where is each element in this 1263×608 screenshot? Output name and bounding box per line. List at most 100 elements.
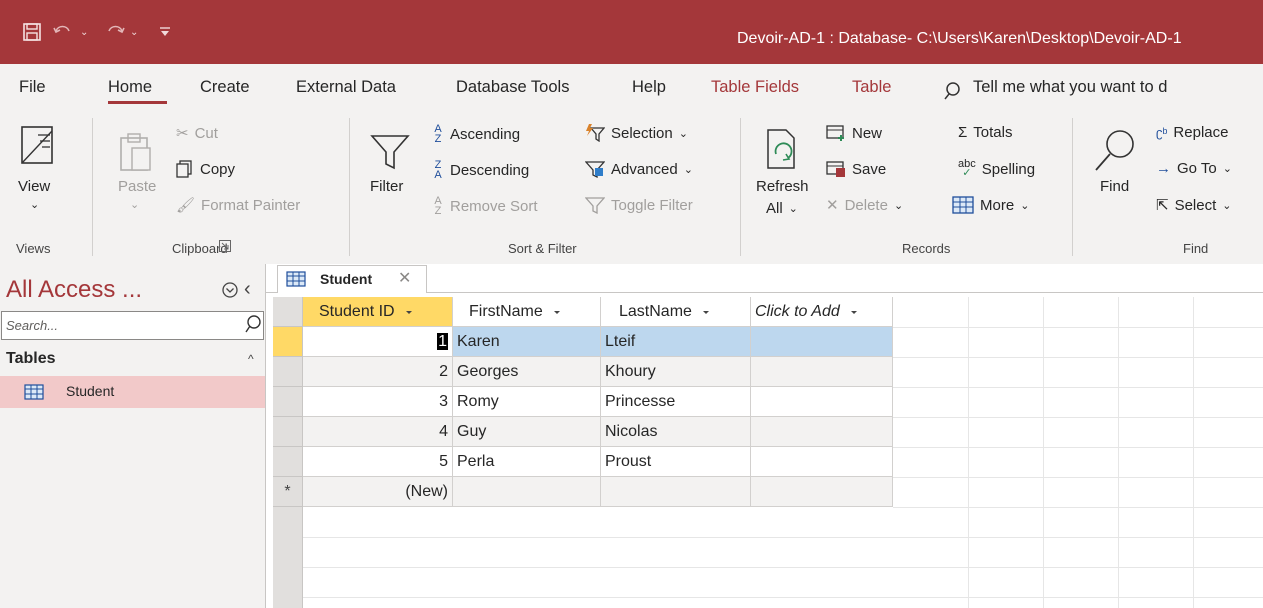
format-painter-button[interactable]: 🖌 Format Painter [176,196,300,215]
cell-empty[interactable] [751,357,893,387]
find-button[interactable]: Find [1090,120,1140,230]
save-icon[interactable] [22,20,42,44]
new-record-button[interactable]: New [826,124,882,142]
cell-student-id[interactable]: 4 [303,417,453,447]
tab-external-data[interactable]: External Data [296,78,396,97]
spelling-button[interactable]: abc ✓ Spelling [958,159,1035,179]
nav-pane-title[interactable]: All Access ... [6,276,142,304]
dialog-launcher-icon[interactable] [219,240,231,252]
table-row[interactable]: 2 Georges Khoury [273,357,893,387]
cell-firstname[interactable]: Karen [453,327,601,357]
find-icon [1095,130,1134,171]
table-row[interactable]: 3 Romy Princesse [273,387,893,417]
tab-file[interactable]: File [19,78,46,97]
sort-ascending-icon: AZ [434,123,442,145]
cell-firstname[interactable]: Romy [453,387,601,417]
selection-button[interactable]: Selection ⌄ [585,124,688,142]
cell-student-id[interactable]: 3 [303,387,453,417]
view-button[interactable]: View ⌄ [14,120,64,230]
chevron-down-icon: ⌄ [683,163,693,176]
column-header-firstname[interactable]: FirstName [453,297,601,327]
save-record-button[interactable]: Save [826,160,886,178]
tab-table[interactable]: Table [852,78,891,97]
group-label-views: Views [16,241,51,256]
advanced-button[interactable]: Advanced ⌄ [585,160,693,178]
paste-button[interactable]: Paste ⌄ [110,120,160,230]
cell-lastname[interactable]: Lteif [601,327,751,357]
nav-pane-menu-icon[interactable] [221,281,239,299]
cell-new-label[interactable]: (New) [303,477,453,507]
remove-sort-button[interactable]: A Z Remove Sort [432,196,537,217]
table-row[interactable]: 4 Guy Nicolas [273,417,893,447]
undo-icon[interactable] [52,20,74,44]
cut-button[interactable]: ✂ Cut [176,124,218,143]
close-icon[interactable]: ✕ [398,268,411,288]
cell-lastname[interactable]: Princesse [601,387,751,417]
cell-student-id[interactable]: 1 [303,327,453,357]
column-header-student-id[interactable]: Student ID [303,297,453,327]
cell-student-id[interactable]: 5 [303,447,453,477]
totals-label: Totals [973,124,1013,141]
refresh-all-button[interactable]: Refresh All ⌄ [752,120,810,230]
tab-create[interactable]: Create [200,78,250,97]
record-selector[interactable] [273,357,303,387]
cell-lastname[interactable]: Proust [601,447,751,477]
sort-descending-icon: ZA [434,159,442,181]
tab-database-tools[interactable]: Database Tools [456,78,569,97]
delete-record-button[interactable]: ✕ Delete ⌄ [826,196,903,215]
cell-firstname[interactable]: Guy [453,417,601,447]
record-selector[interactable] [273,327,303,357]
totals-button[interactable]: Σ Totals [958,124,1012,141]
record-selector[interactable] [273,417,303,447]
chevron-down-icon: ⌄ [1020,199,1030,212]
copy-label: Copy [200,160,236,178]
replace-button[interactable]: ʗᵇ Replace [1156,124,1228,141]
redo-dropdown-icon[interactable]: ⌄ [130,20,138,44]
select-button[interactable]: ⇱ Select ⌄ [1156,196,1232,215]
cell-empty[interactable] [751,417,893,447]
toggle-filter-button[interactable]: Toggle Filter [585,196,693,214]
nav-section-tables[interactable]: Tables [6,350,56,368]
tab-home[interactable]: Home [108,78,152,97]
table-icon [286,271,306,287]
filter-button[interactable]: Filter [366,120,418,230]
cell-firstname[interactable]: Georges [453,357,601,387]
cell-student-id[interactable]: 2 [303,357,453,387]
tab-help[interactable]: Help [632,78,666,97]
record-selector[interactable] [273,387,303,417]
column-header-click-to-add[interactable]: Click to Add [751,297,893,327]
table-row[interactable]: 1 Karen Lteif [273,327,893,357]
cell-empty[interactable] [751,447,893,477]
cell-empty[interactable] [751,327,893,357]
copy-button[interactable]: Copy [176,160,235,178]
cell-empty[interactable] [751,477,893,507]
redo-icon[interactable] [104,20,126,44]
cell-firstname[interactable]: Perla [453,447,601,477]
select-all-corner[interactable] [273,297,303,327]
tab-table-fields[interactable]: Table Fields [711,78,799,97]
undo-dropdown-icon[interactable]: ⌄ [80,20,88,44]
search-icon[interactable] [244,314,262,334]
chevron-up-icon[interactable]: ^ [248,352,254,366]
ascending-button[interactable]: A Z Ascending [432,123,521,145]
customize-quick-access-icon[interactable] [158,20,172,44]
go-to-button[interactable]: → Go To ⌄ [1156,160,1232,177]
tell-me-box[interactable]: Tell me what you want to d [973,78,1167,97]
cell-empty[interactable] [751,387,893,417]
cell-lastname[interactable]: Nicolas [601,417,751,447]
more-button[interactable]: More ⌄ [952,196,1029,214]
grid-line [1043,297,1044,608]
shutter-bar-close-icon[interactable]: ‹ [244,278,251,301]
column-header-lastname[interactable]: LastName [601,297,751,327]
new-record-row[interactable]: * (New) [273,477,893,507]
cell-empty[interactable] [453,477,601,507]
cell-empty[interactable] [601,477,751,507]
descending-button[interactable]: Z A Descending [432,159,529,181]
sort-filter-dropdown-icon [850,310,857,314]
table-row[interactable]: 5 Perla Proust [273,447,893,477]
ascending-label: Ascending [450,125,521,143]
grid-line [1193,297,1194,608]
advanced-filter-icon [585,161,605,178]
record-selector[interactable] [273,447,303,477]
cell-lastname[interactable]: Khoury [601,357,751,387]
